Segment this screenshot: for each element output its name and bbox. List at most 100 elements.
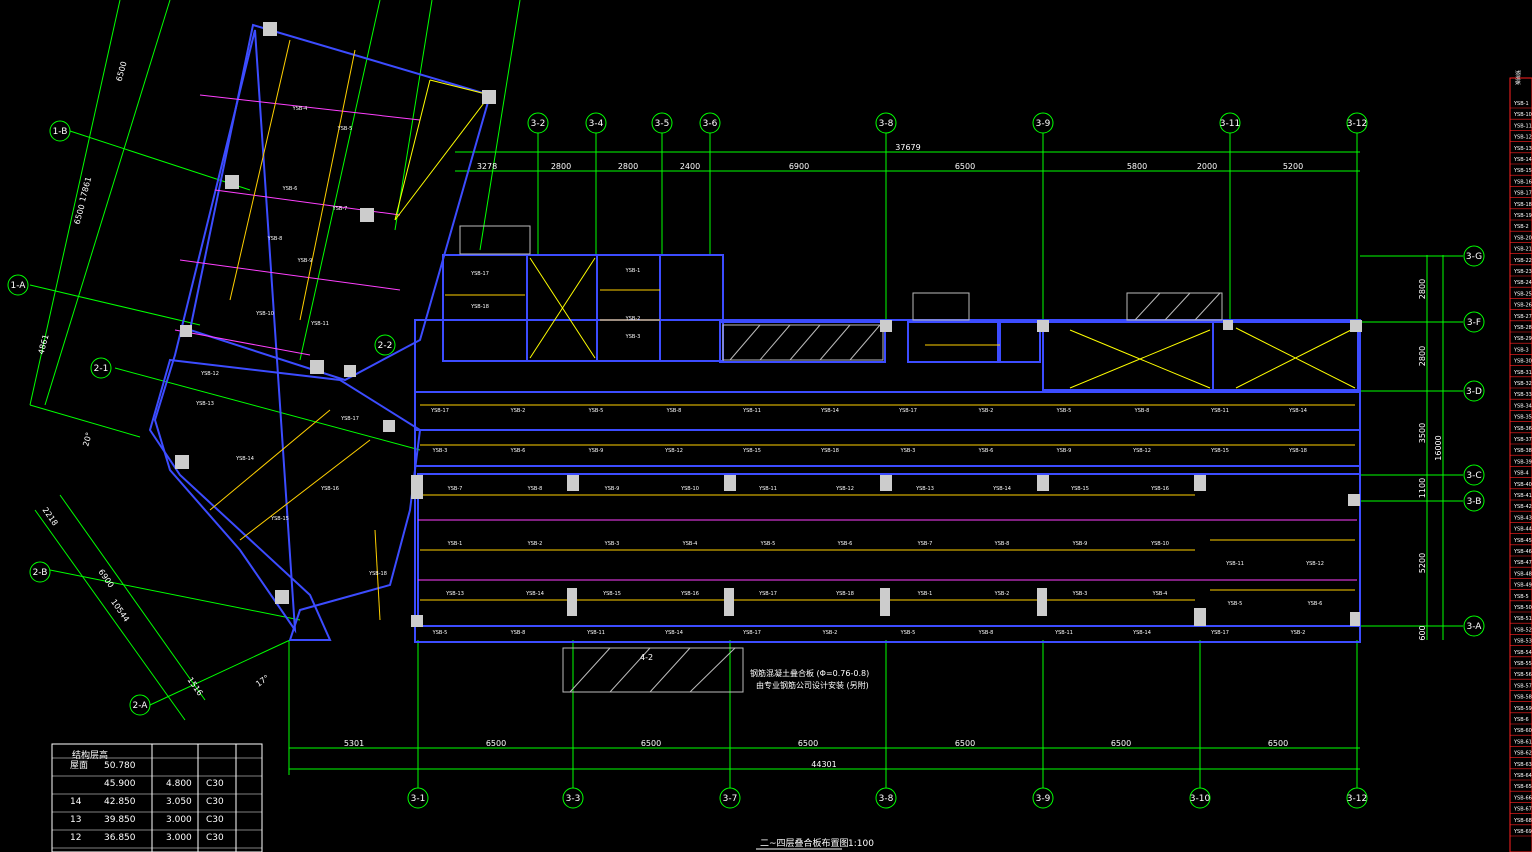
side-item[interactable]: YSB-69 [1513,829,1532,835]
side-item[interactable]: YSB-23 [1513,269,1532,275]
slab-label: YSB-8 [994,541,1010,547]
side-item[interactable]: YSB-45 [1513,538,1532,544]
side-item[interactable]: YSB-42 [1513,504,1532,510]
side-item[interactable]: YSB-43 [1513,515,1532,521]
side-item[interactable]: YSB-19 [1513,213,1532,219]
slab-label: YSB-14 [820,408,839,414]
side-item[interactable]: YSB-5 [1513,594,1529,600]
side-item[interactable]: YSB-33 [1513,392,1532,398]
side-item[interactable]: YSB-1 [1513,101,1529,107]
side-item[interactable]: YSB-57 [1513,683,1532,689]
slab-label: YSB-14 [1288,408,1307,414]
side-item[interactable]: YSB-3 [1513,347,1529,353]
axis-bottom-3-12: 3-12 [1347,794,1367,804]
side-item[interactable]: YSB-40 [1513,482,1532,488]
side-item[interactable]: YSB-2 [1513,224,1529,230]
side-item[interactable]: YSB-64 [1513,773,1532,779]
slab-label: YSB-1 [447,541,463,547]
side-item[interactable]: YSB-61 [1513,739,1532,745]
side-item[interactable]: YSB-56 [1513,672,1532,678]
side-item[interactable]: YSB-13 [1513,146,1532,152]
slab-label: YSB-15 [742,448,761,454]
slab-label: YSB-11 [1210,408,1229,414]
side-item[interactable]: YSB-11 [1513,123,1532,129]
axis-top-3-11: 3-11 [1220,119,1240,129]
side-item[interactable]: YSB-36 [1513,426,1532,432]
slab-label: YSB-2 [527,541,543,547]
side-item[interactable]: YSB-59 [1513,706,1532,712]
side-item[interactable]: YSB-31 [1513,370,1532,376]
side-item[interactable]: YSB-24 [1513,280,1532,286]
side-item[interactable]: YSB-15 [1513,168,1532,174]
side-item[interactable]: YSB-48 [1513,571,1532,577]
side-item[interactable]: YSB-21 [1513,247,1532,253]
side-item[interactable]: YSB-51 [1513,616,1532,622]
side-item[interactable]: YSB-10 [1513,112,1532,118]
axis-wing-2-A: 2-A [133,701,149,711]
side-item[interactable]: YSB-38 [1513,448,1532,454]
side-item[interactable]: YSB-50 [1513,605,1532,611]
slab-label: YSB-17 [1210,630,1229,636]
table-cell: 屋面 [70,760,88,771]
slab-label: YSB-17 [898,408,917,414]
side-item[interactable]: YSB-16 [1513,179,1532,185]
dim-top-8: 5200 [1283,162,1303,171]
side-item[interactable]: YSB-66 [1513,795,1532,801]
side-item[interactable]: YSB-41 [1513,493,1532,499]
side-item[interactable]: YSB-63 [1513,762,1532,768]
side-item[interactable]: YSB-39 [1513,459,1532,465]
side-item[interactable]: YSB-55 [1513,661,1532,667]
side-item[interactable]: YSB-12 [1513,135,1532,141]
dim-right-1: 2800 [1418,346,1427,366]
side-item[interactable]: YSB-34 [1513,403,1532,409]
side-item[interactable]: YSB-58 [1513,695,1532,701]
slab-label: YSB-14 [664,630,683,636]
dim-bottom-3: 6500 [798,739,818,748]
side-item[interactable]: YSB-35 [1513,415,1532,421]
side-item[interactable]: YSB-47 [1513,560,1532,566]
side-item[interactable]: YSB-49 [1513,583,1532,589]
slab-label: YSB-2 [625,316,641,322]
slab-label: YSB-6 [837,541,853,547]
side-item[interactable]: YSB-52 [1513,627,1532,633]
slab-label: YSB-9 [588,448,604,454]
side-item[interactable]: YSB-18 [1513,202,1532,208]
side-item[interactable]: YSB-29 [1513,336,1532,342]
side-item[interactable]: YSB-62 [1513,751,1532,757]
side-item[interactable]: YSB-65 [1513,784,1532,790]
slab-label: YSB-12 [1132,448,1151,454]
side-item[interactable]: YSB-54 [1513,650,1532,656]
side-item[interactable]: YSB-17 [1513,191,1532,197]
slab-label: YSB-2 [978,408,994,414]
slab-label: YSB-17 [470,271,489,277]
side-item[interactable]: YSB-14 [1513,157,1532,163]
side-item[interactable]: YSB-46 [1513,549,1532,555]
axis-top-3-8: 3-8 [879,119,894,129]
dim-top-3: 2400 [680,162,700,171]
side-item[interactable]: YSB-32 [1513,381,1532,387]
dim-top-6: 5800 [1127,162,1147,171]
side-item[interactable]: YSB-37 [1513,437,1532,443]
side-item[interactable]: YSB-28 [1513,325,1532,331]
side-item[interactable]: YSB-27 [1513,314,1532,320]
side-item[interactable]: YSB-20 [1513,235,1532,241]
slab-label: YSB-12 [664,448,683,454]
side-item[interactable]: YSB-26 [1513,303,1532,309]
side-item[interactable]: YSB-67 [1513,807,1532,813]
slab-label: YSB-14 [525,591,544,597]
slab-label: YSB-14 [992,486,1011,492]
side-item[interactable]: YSB-30 [1513,359,1532,365]
side-item[interactable]: YSB-60 [1513,728,1532,734]
side-item[interactable]: YSB-22 [1513,258,1532,264]
side-item[interactable]: YSB-68 [1513,818,1532,824]
side-item[interactable]: YSB-6 [1513,717,1529,723]
side-item[interactable]: YSB-4 [1513,471,1529,477]
side-item[interactable]: YSB-53 [1513,639,1532,645]
side-item[interactable]: YSB-44 [1513,527,1532,533]
side-item[interactable]: YSB-25 [1513,291,1532,297]
dim-bottom-0: 5301 [344,739,364,748]
dim-top-0: 3278 [477,162,497,171]
slab-label: YSB-2 [822,630,838,636]
cad-drawing-canvas[interactable]: 3-2 3-4 3-5 3-6 3-8 3-9 3-11 3-12 3-1 3-3 3-7 3-8 3-… [0,0,1532,852]
axis-top-3-2: 3-2 [531,119,546,129]
